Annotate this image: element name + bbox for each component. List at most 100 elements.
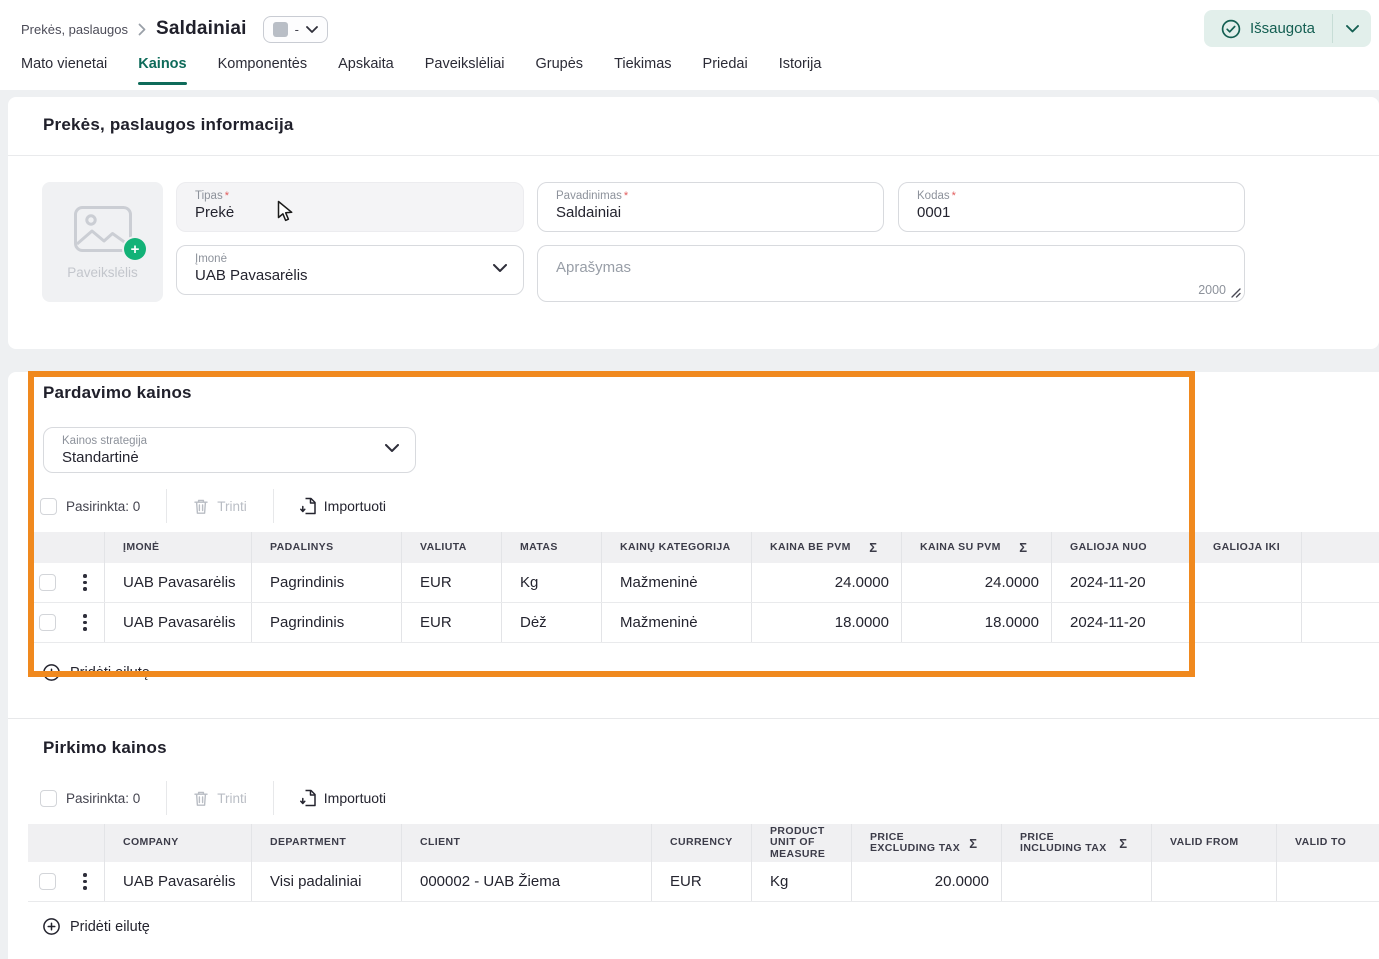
variant-selector[interactable]: - [263, 16, 328, 43]
tab-label: Tiekimas [614, 56, 671, 72]
row-select-cell [28, 603, 66, 642]
table-cell[interactable]: Visi padaliniai [252, 862, 402, 901]
table-cell[interactable]: 2024-11-20 [1052, 603, 1195, 642]
info-section-title: Prekės, paslaugos informacija [43, 115, 294, 135]
table-cell[interactable]: 24.0000 [902, 563, 1052, 602]
table-header-row: COMPANYDEPARTMENTCLIENTCURRENCYPRODUCT U… [28, 824, 1379, 862]
sum-sigma-icon[interactable]: Σ [969, 836, 989, 851]
saved-button[interactable]: Išsaugota [1204, 10, 1332, 47]
add-row-button-purchase[interactable]: Pridėti eilutę [43, 918, 150, 935]
tab-kainos[interactable]: Kainos [138, 50, 186, 88]
row-checkbox[interactable] [39, 614, 56, 631]
kodas-field[interactable]: Kodas* 0001 [898, 182, 1245, 232]
tipas-label: Tipas [195, 190, 223, 202]
table-cell[interactable]: UAB Pavasarėlis [105, 563, 252, 602]
column-header-label: VALID FROM [1170, 837, 1239, 849]
page-title: Saldainiai [156, 18, 247, 40]
column-header-label: VALIUTA [420, 542, 467, 554]
table-cell[interactable] [1195, 603, 1302, 642]
kodas-label: Kodas [917, 190, 950, 202]
tab-komponentės[interactable]: Komponentės [218, 50, 307, 88]
table-cell[interactable] [1002, 862, 1152, 901]
required-mark: * [225, 190, 229, 202]
imone-select[interactable]: Įmonė UAB Pavasarėlis [176, 245, 524, 295]
table-cell[interactable] [1195, 563, 1302, 602]
delete-button[interactable]: Trinti [193, 498, 247, 515]
strategy-label: Kainos strategija [62, 435, 397, 447]
table-cell[interactable]: Pagrindinis [252, 603, 402, 642]
tab-priedai[interactable]: Priedai [703, 50, 748, 88]
save-button-group: Išsaugota [1204, 10, 1371, 47]
table-cell[interactable]: 18.0000 [752, 603, 902, 642]
tab-apskaita[interactable]: Apskaita [338, 50, 394, 88]
breadcrumb-parent-link[interactable]: Prekės, paslaugos [21, 22, 128, 37]
table-cell[interactable]: 18.0000 [902, 603, 1052, 642]
select-all-checkbox[interactable] [40, 498, 57, 515]
tab-paveikslėliai[interactable]: Paveikslėliai [425, 50, 505, 88]
sum-sigma-icon[interactable]: Σ [869, 540, 889, 555]
row-menu-icon[interactable] [79, 869, 91, 894]
prices-card: Pardavimo kainos Kainos strategija Stand… [8, 372, 1379, 959]
required-mark: * [624, 190, 628, 202]
tab-mato-vienetai[interactable]: Mato vienetai [21, 50, 107, 88]
tab-grupės[interactable]: Grupės [536, 50, 584, 88]
sum-sigma-icon[interactable]: Σ [1019, 540, 1039, 555]
table-cell[interactable]: EUR [402, 603, 502, 642]
tab-label: Kainos [138, 56, 186, 72]
tab-tiekimas[interactable]: Tiekimas [614, 50, 671, 88]
table-cell[interactable]: UAB Pavasarėlis [105, 603, 252, 642]
header-actions-cell [66, 824, 105, 862]
table-cell[interactable] [1152, 862, 1277, 901]
image-upload-box[interactable]: + Paveikslėlis [42, 182, 163, 302]
save-dropdown-button[interactable] [1333, 10, 1371, 47]
image-upload-label: Paveikslėlis [42, 265, 163, 280]
divider [8, 718, 1379, 719]
add-row-label: Pridėti eilutę [70, 665, 150, 681]
table-cell[interactable]: Pagrindinis [252, 563, 402, 602]
select-all-checkbox[interactable] [40, 790, 57, 807]
import-button[interactable]: Importuoti [300, 497, 386, 515]
add-image-icon[interactable]: + [124, 238, 146, 260]
row-menu-icon[interactable] [79, 610, 91, 635]
table-cell[interactable]: Mažmeninė [602, 563, 752, 602]
table-cell[interactable]: EUR [652, 862, 752, 901]
table-cell[interactable]: Dėž [502, 603, 602, 642]
table-cell[interactable]: EUR [402, 563, 502, 602]
tab-istorija[interactable]: Istorija [779, 50, 822, 88]
sum-sigma-icon[interactable]: Σ [1119, 836, 1139, 851]
column-header: PRODUCT UNIT OF MEASURE [752, 824, 852, 862]
column-header: PRICE EXCLUDING TAXΣ [852, 824, 1002, 862]
table-cell[interactable]: Kg [752, 862, 852, 901]
column-header-label: PRICE INCLUDING TAX [1020, 832, 1119, 855]
table-row: UAB PavasarėlisVisi padaliniai000002 - U… [28, 862, 1379, 902]
import-label: Importuoti [324, 498, 386, 514]
import-button[interactable]: Importuoti [300, 789, 386, 807]
selected-count: Pasirinkta: 0 [66, 499, 140, 514]
trash-icon [193, 790, 209, 807]
table-cell[interactable] [1277, 862, 1379, 901]
row-checkbox[interactable] [39, 873, 56, 890]
table-cell[interactable]: Kg [502, 563, 602, 602]
tipas-field[interactable]: Tipas* Prekė [176, 182, 524, 232]
table-cell[interactable]: 2024-11-20 [1052, 563, 1195, 602]
table-cell[interactable] [1302, 603, 1379, 642]
column-header-label: COMPANY [123, 837, 179, 849]
table-cell[interactable]: 24.0000 [752, 563, 902, 602]
table-cell[interactable]: UAB Pavasarėlis [105, 862, 252, 901]
pavadinimas-field[interactable]: Pavadinimas* Saldainiai [537, 182, 884, 232]
column-header: MATAS [502, 532, 602, 563]
row-checkbox[interactable] [39, 574, 56, 591]
price-strategy-select[interactable]: Kainos strategija Standartinė [43, 427, 416, 473]
breadcrumb: Prekės, paslaugos Saldainiai - [21, 14, 328, 44]
delete-button[interactable]: Trinti [193, 790, 247, 807]
add-row-button-sales[interactable]: Pridėti eilutę [43, 664, 150, 681]
table-cell[interactable]: 20.0000 [852, 862, 1002, 901]
table-cell[interactable]: Mažmeninė [602, 603, 752, 642]
chevron-right-icon [138, 23, 146, 36]
resize-handle-icon[interactable] [1230, 287, 1241, 298]
row-menu-icon[interactable] [79, 570, 91, 595]
table-cell[interactable]: 000002 - UAB Žiema [402, 862, 652, 901]
table-cell[interactable] [1302, 563, 1379, 602]
aprasymas-textarea[interactable]: Aprašymas 2000 [537, 245, 1245, 302]
imone-label: Įmonė [195, 253, 505, 265]
